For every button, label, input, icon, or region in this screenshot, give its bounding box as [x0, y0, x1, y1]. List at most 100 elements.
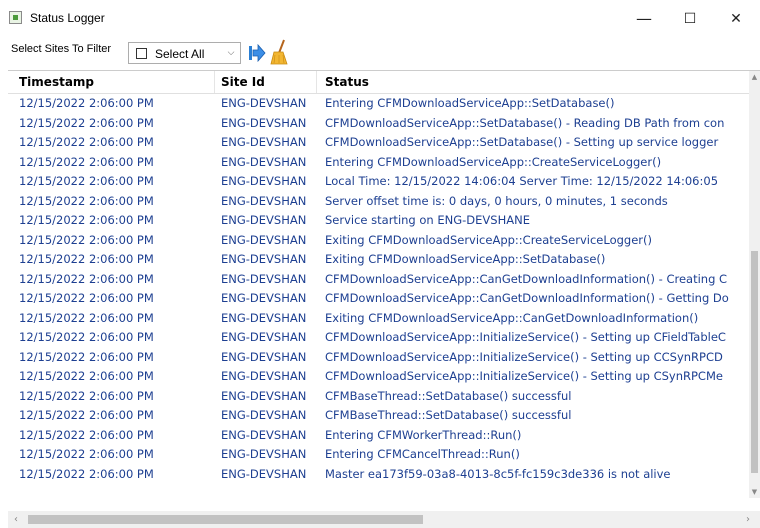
status-cell: Server offset time is: 0 days, 0 hours, … — [325, 193, 668, 208]
table-row[interactable]: 12/15/2022 2:06:00 PM ENG-DEVSHAN CFMDownl… — [8, 348, 748, 367]
title-bar: Status Logger — ☐ ✕ — [0, 0, 760, 38]
site-id-cell: ENG-DEVSHAN — [221, 369, 307, 383]
table-row[interactable]: 12/15/2022 2:06:00 PM ENG-DEVSHAN Local Ti… — [8, 172, 748, 191]
scroll-left-icon[interactable]: ‹ — [8, 511, 24, 528]
scroll-down-icon[interactable]: ▼ — [749, 486, 760, 498]
scroll-right-icon[interactable]: › — [740, 511, 756, 528]
scroll-up-icon[interactable]: ▲ — [749, 71, 760, 83]
status-cell: CFMDownloadServiceApp::CanGetDownloadInf… — [325, 291, 729, 305]
site-id-cell: ENG-DEVSHAN — [221, 135, 307, 149]
maximize-button[interactable]: ☐ — [667, 0, 713, 38]
site-id-cell: ENG-DEVSHAN — [221, 408, 307, 422]
timestamp-cell: 12/15/2022 2:06:00 PM — [19, 232, 154, 247]
grid-rows: 12/15/2022 2:06:00 PM ENG-DEVSHAN Entering… — [8, 94, 748, 498]
timestamp-cell: 12/15/2022 2:06:00 PM — [19, 388, 154, 403]
column-divider[interactable] — [316, 71, 317, 93]
table-row[interactable]: 12/15/2022 2:06:00 PM ENG-DEVSHAN Exiting … — [8, 231, 748, 250]
status-cell: Exiting CFMDownloadServiceApp::CanGetDow… — [325, 310, 699, 325]
status-cell: Entering CFMDownloadServiceApp::CreateSe… — [325, 154, 662, 169]
timestamp-cell: 12/15/2022 2:06:00 PM — [19, 330, 154, 344]
status-cell: Exiting CFMDownloadServiceApp::CreateSer… — [325, 232, 652, 247]
column-divider[interactable] — [214, 71, 215, 93]
site-id-cell: ENG-DEVSHAN — [221, 427, 307, 442]
app-icon — [9, 11, 22, 24]
table-row[interactable]: 12/15/2022 2:06:00 PM ENG-DEVSHAN CFMDownl… — [8, 367, 748, 386]
timestamp-cell: 12/15/2022 2:06:00 PM — [19, 174, 154, 188]
site-id-cell: ENG-DEVSHAN — [221, 388, 307, 403]
site-id-cell: ENG-DEVSHAN — [221, 330, 307, 344]
status-cell: Local Time: 12/15/2022 14:06:04 Server T… — [325, 174, 719, 188]
timestamp-cell: 12/15/2022 2:06:00 PM — [19, 369, 154, 383]
table-row[interactable]: 12/15/2022 2:06:00 PM ENG-DEVSHAN Entering… — [8, 153, 748, 172]
timestamp-cell: 12/15/2022 2:06:00 PM — [19, 115, 154, 130]
site-id-cell: ENG-DEVSHAN — [221, 232, 307, 247]
status-cell: Service starting on ENG-DEVSHANE — [325, 213, 530, 227]
status-cell: CFMDownloadServiceApp::InitializeService… — [325, 349, 723, 364]
table-row[interactable]: 12/15/2022 2:06:00 PM ENG-DEVSHAN Entering… — [8, 445, 748, 464]
chevron-down-icon[interactable]: ⌵ — [222, 43, 240, 63]
vertical-scrollbar[interactable]: ▲ ▼ — [749, 71, 760, 498]
site-id-cell: ENG-DEVSHAN — [221, 174, 307, 188]
column-header-status[interactable]: Status — [325, 75, 369, 89]
status-cell: CFMBaseThread::SetDatabase() successful — [325, 408, 572, 422]
site-id-cell: ENG-DEVSHAN — [221, 193, 307, 208]
site-id-cell: ENG-DEVSHAN — [221, 310, 307, 325]
minimize-button[interactable]: — — [621, 0, 667, 38]
log-grid[interactable]: Timestamp Site Id Status 12/15/2022 2:06… — [8, 70, 760, 528]
table-row[interactable]: 12/15/2022 2:06:00 PM ENG-DEVSHAN Exiting … — [8, 250, 748, 269]
timestamp-cell: 12/15/2022 2:06:00 PM — [19, 154, 154, 169]
table-row[interactable]: 12/15/2022 2:06:00 PM ENG-DEVSHAN Service … — [8, 211, 748, 230]
timestamp-cell: 12/15/2022 2:06:00 PM — [19, 447, 154, 461]
table-row[interactable]: 12/15/2022 2:06:00 PM ENG-DEVSHAN Exiting … — [8, 309, 748, 328]
column-header-site-id[interactable]: Site Id — [221, 75, 265, 89]
timestamp-cell: 12/15/2022 2:06:00 PM — [19, 466, 154, 481]
site-id-cell: ENG-DEVSHAN — [221, 466, 307, 481]
status-cell: Entering CFMWorkerThread::Run() — [325, 427, 522, 442]
status-cell: Exiting CFMDownloadServiceApp::SetDataba… — [325, 252, 606, 266]
status-cell: CFMDownloadServiceApp::SetDatabase() - R… — [325, 115, 725, 130]
timestamp-cell: 12/15/2022 2:06:00 PM — [19, 213, 154, 227]
broom-icon[interactable] — [270, 39, 290, 65]
window-title: Status Logger — [30, 11, 105, 25]
vertical-scroll-thumb[interactable] — [751, 251, 758, 473]
timestamp-cell: 12/15/2022 2:06:00 PM — [19, 135, 154, 149]
table-row[interactable]: 12/15/2022 2:06:00 PM ENG-DEVSHAN CFMBaseT… — [8, 387, 748, 406]
status-cell: CFMDownloadServiceApp::InitializeService… — [325, 330, 726, 344]
timestamp-cell: 12/15/2022 2:06:00 PM — [19, 96, 154, 110]
horizontal-scrollbar[interactable]: ‹ › — [8, 511, 760, 528]
timestamp-cell: 12/15/2022 2:06:00 PM — [19, 271, 154, 286]
status-cell: CFMDownloadServiceApp::CanGetDownloadInf… — [325, 271, 728, 286]
table-row[interactable]: 12/15/2022 2:06:00 PM ENG-DEVSHAN Server o… — [8, 192, 748, 211]
table-row[interactable]: 12/15/2022 2:06:00 PM ENG-DEVSHAN CFMDownl… — [8, 133, 748, 152]
timestamp-cell: 12/15/2022 2:06:00 PM — [19, 427, 154, 442]
timestamp-cell: 12/15/2022 2:06:00 PM — [19, 291, 154, 305]
close-button[interactable]: ✕ — [713, 0, 759, 38]
status-cell: Master ea173f59-03a8-4013-8c5f-fc159c3de… — [325, 466, 671, 481]
table-row[interactable]: 12/15/2022 2:06:00 PM ENG-DEVSHAN Entering… — [8, 94, 748, 113]
timestamp-cell: 12/15/2022 2:06:00 PM — [19, 310, 154, 325]
column-header-timestamp[interactable]: Timestamp — [19, 75, 94, 89]
timestamp-cell: 12/15/2022 2:06:00 PM — [19, 408, 154, 422]
horizontal-scroll-thumb[interactable] — [28, 515, 423, 524]
select-all-label: Select All — [155, 47, 205, 61]
table-row[interactable]: 12/15/2022 2:06:00 PM ENG-DEVSHAN CFMBaseT… — [8, 406, 748, 425]
table-row[interactable]: 12/15/2022 2:06:00 PM ENG-DEVSHAN Entering… — [8, 426, 748, 445]
table-row[interactable]: 12/15/2022 2:06:00 PM ENG-DEVSHAN CFMDownl… — [8, 328, 748, 347]
status-cell: CFMDownloadServiceApp::SetDatabase() - S… — [325, 135, 719, 149]
site-id-cell: ENG-DEVSHAN — [221, 252, 307, 266]
table-row[interactable]: 12/15/2022 2:06:00 PM ENG-DEVSHAN CFMDownl… — [8, 289, 748, 308]
status-cell: CFMDownloadServiceApp::InitializeService… — [325, 369, 723, 383]
site-filter-dropdown[interactable]: Select All ⌵ — [128, 42, 241, 64]
site-id-cell: ENG-DEVSHAN — [221, 447, 307, 461]
blue-arrow-icon[interactable] — [248, 42, 266, 64]
select-all-checkbox[interactable] — [136, 48, 147, 59]
site-id-cell: ENG-DEVSHAN — [221, 213, 307, 227]
table-row[interactable]: 12/15/2022 2:06:00 PM ENG-DEVSHAN CFMDownl… — [8, 114, 748, 133]
site-id-cell: ENG-DEVSHAN — [221, 291, 307, 305]
table-row[interactable]: 12/15/2022 2:06:00 PM ENG-DEVSHAN Master e… — [8, 465, 748, 484]
site-id-cell: ENG-DEVSHAN — [221, 96, 307, 110]
status-cell: Entering CFMCancelThread::Run() — [325, 447, 520, 461]
timestamp-cell: 12/15/2022 2:06:00 PM — [19, 193, 154, 208]
table-row[interactable]: 12/15/2022 2:06:00 PM ENG-DEVSHAN CFMDownl… — [8, 270, 748, 289]
status-cell: Entering CFMDownloadServiceApp::SetDatab… — [325, 96, 615, 110]
